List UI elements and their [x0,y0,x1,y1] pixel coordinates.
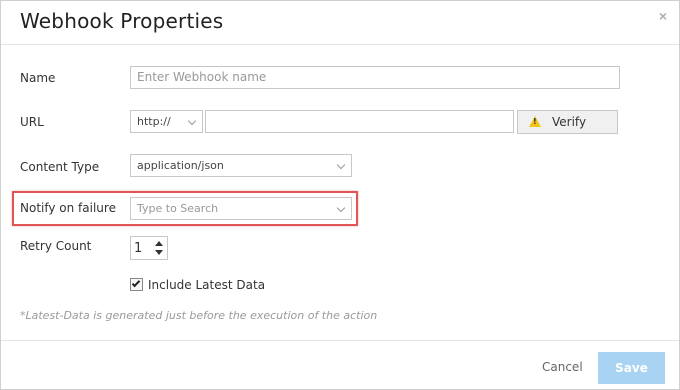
retry-count-stepper[interactable]: 1 [130,236,168,260]
verify-label: Verify [552,115,587,129]
save-button[interactable]: Save [598,352,665,384]
close-icon[interactable]: × [659,8,667,24]
webhook-properties-dialog: Webhook Properties × Name Enter Webhook … [0,0,680,390]
decrement-icon[interactable] [155,250,163,255]
checkmark-icon [131,278,141,288]
notify-on-failure-search[interactable]: Type to Search [130,197,352,220]
url-scheme-select[interactable]: http:// [130,110,203,133]
webhook-name-input[interactable]: Enter Webhook name [130,66,620,89]
retry-count-value: 1 [134,241,143,256]
notify-on-failure-placeholder: Type to Search [137,202,219,215]
dialog-header: Webhook Properties × [1,1,679,45]
include-latest-data-label[interactable]: Include Latest Data [148,278,265,292]
warning-mark: ! [533,117,537,126]
verify-button[interactable]: ! Verify [517,110,618,134]
content-type-label: Content Type [20,160,100,174]
url-input[interactable] [205,110,514,133]
increment-icon[interactable] [155,241,163,246]
name-label: Name [20,71,56,85]
url-label: URL [20,115,44,129]
chevron-down-icon [336,203,346,213]
dialog-title: Webhook Properties [20,9,224,33]
cancel-button[interactable]: Cancel [542,360,583,374]
content-type-select[interactable]: application/json [130,154,352,177]
footer-divider [1,340,679,341]
retry-count-label: Retry Count [20,239,92,253]
chevron-down-icon [187,116,197,126]
content-type-value: application/json [137,159,224,172]
notify-on-failure-label: Notify on failure [20,201,116,215]
include-latest-data-checkbox[interactable] [130,278,143,291]
url-scheme-value: http:// [137,115,171,128]
chevron-down-icon [336,160,346,170]
latest-data-note: *Latest-Data is generated just before th… [20,309,378,322]
